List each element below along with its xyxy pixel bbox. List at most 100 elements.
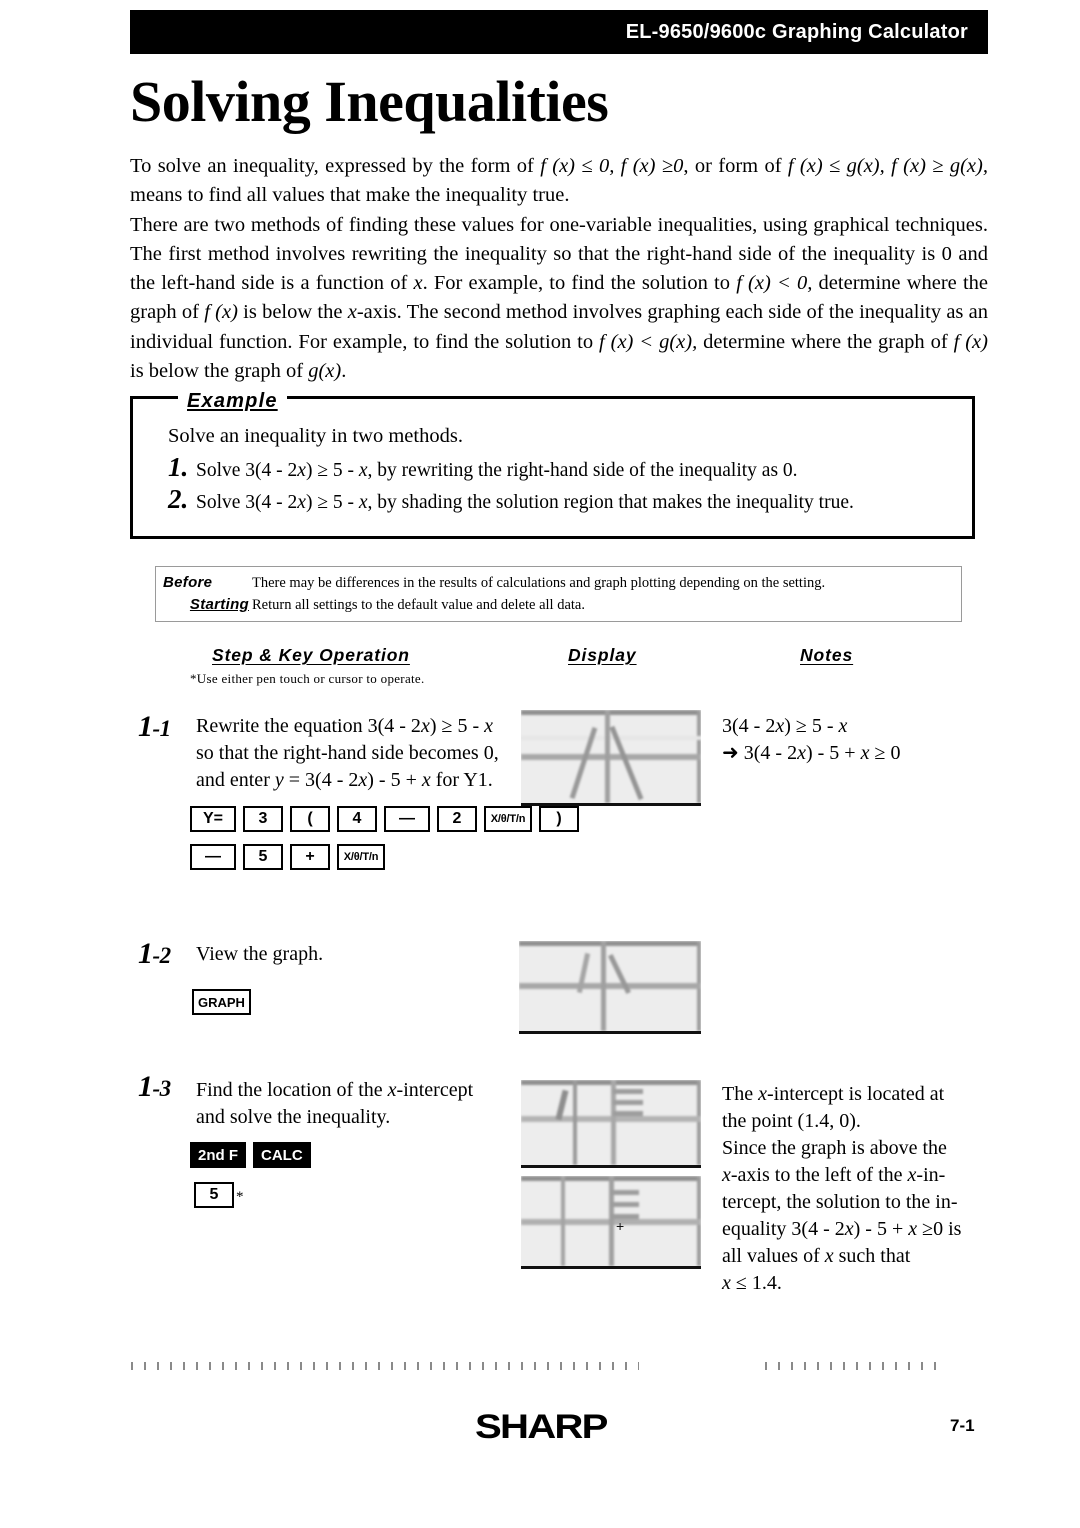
screen-y-axis — [601, 941, 606, 1031]
step-1-1-keys-row-2[interactable]: — 5 + X/θ/T/n — [190, 844, 392, 870]
n13-l6x: x — [844, 1218, 854, 1240]
intro-p1-a: To solve an inequality, expressed by the… — [130, 155, 541, 177]
page-header-bar: EL-9650/9600c Graphing Calculator — [130, 10, 988, 54]
key-plus[interactable]: + — [290, 844, 330, 870]
footer-dotted-separator-right — [765, 1362, 945, 1370]
example-box-label: Example — [178, 390, 287, 413]
key-5[interactable]: 5 — [243, 844, 283, 870]
sharp-logo: SHARP — [475, 1408, 608, 1446]
column-footnote: *Use either pen touch or cursor to opera… — [190, 671, 425, 686]
intro-p2-math4: f (x) — [953, 330, 988, 353]
n13-l4a: -axis to the left of the — [730, 1164, 908, 1186]
notes-1-3-line3: Since the graph is above the — [722, 1137, 947, 1159]
column-header-step: Step & Key Operation — [212, 645, 410, 665]
arrow-icon: ➜ — [722, 742, 739, 764]
s11-l1a: Rewrite the equation 3(4 - 2 — [196, 715, 421, 737]
s13-l1x: x — [387, 1079, 397, 1101]
screen-y-axis — [573, 1080, 577, 1165]
key-x-theta-t-n-2[interactable]: X/θ/T/n — [337, 844, 385, 870]
calculator-display-graph-1-3-b — [521, 1176, 701, 1266]
key-3[interactable]: 3 — [243, 806, 283, 832]
calculator-display-step-1-3-b: + — [521, 1176, 701, 1269]
key-graph[interactable]: GRAPH — [192, 989, 251, 1015]
s11-l3c: ) - 5 + — [367, 769, 422, 791]
intro-p2-h: . — [341, 360, 347, 383]
ex1-c: , by rewriting the right-hand side of th… — [367, 460, 798, 481]
calculator-display-graph-1-3-a — [521, 1080, 701, 1165]
step-number-1-2: 1-2 — [138, 937, 171, 971]
step-1-3-line2: and solve the inequality. — [196, 1106, 391, 1128]
intro-p2-math2: f (x) — [204, 301, 238, 324]
step-1-3-num-small: -3 — [152, 1076, 172, 1101]
example-lead: Solve an inequality in two methods. — [168, 425, 463, 447]
page-title: Solving Inequalities — [130, 69, 609, 134]
n13-l4x: x — [722, 1164, 731, 1186]
n13-l6a: equality 3(4 - 2 — [722, 1218, 845, 1240]
notes-step-1-3: The x-intercept is located at the point … — [722, 1081, 992, 1297]
n12-a: 3(4 - 2 — [738, 742, 798, 764]
step-1-3-keys-row-1[interactable]: 2nd F CALC — [190, 1142, 318, 1168]
column-header-notes: Notes — [800, 645, 854, 665]
step-1-3-keys-row-2[interactable]: 5 * — [194, 1182, 244, 1208]
step-1-2-text: View the graph. — [196, 941, 496, 968]
example-item-1-text: Solve 3(4 - 2x) ≥ 5 - x, by rewriting th… — [196, 455, 798, 486]
key-y-equals[interactable]: Y= — [190, 806, 236, 832]
intro-p2-math3: f (x) < g(x), — [599, 330, 698, 353]
notes-1-3-line8: x ≤ 1.4. — [722, 1270, 992, 1297]
n11-b: ) ≥ 5 - — [784, 715, 839, 737]
footer-dotted-separator-left — [131, 1362, 639, 1370]
screen-y-axis — [605, 710, 610, 803]
key-minus[interactable]: — — [384, 806, 430, 832]
s13-l1b: -intercept — [396, 1079, 474, 1101]
step-1-1-line3: and enter y = 3(4 - 2x) - 5 + x for Y1. — [196, 767, 506, 794]
key-calc[interactable]: CALC — [253, 1142, 311, 1168]
header-title: EL-9650/9600c Graphing Calculator — [625, 20, 968, 43]
crosshair-cursor-icon: + — [616, 1218, 625, 1234]
intro-paragraph-2: There are two methods of finding these v… — [130, 211, 988, 387]
s11-l3y: y — [274, 769, 284, 791]
n13-l7b: such that — [833, 1245, 911, 1267]
s11-l3d: for Y1. — [430, 769, 493, 791]
ex2-x: x — [297, 492, 306, 513]
n13-l6b: ) - 5 + — [853, 1218, 909, 1240]
step-number-1-1: 1-1 — [138, 710, 171, 744]
before-text-line1: There may be differences in the results … — [252, 575, 826, 591]
key-minus-2[interactable]: — — [190, 844, 236, 870]
key-open-paren[interactable]: ( — [290, 806, 330, 832]
example-item-2-number: 2. — [168, 484, 189, 514]
screen-y-axis — [561, 1176, 565, 1266]
screen-menu-item-1 — [611, 1190, 639, 1195]
key-4[interactable]: 4 — [337, 806, 377, 832]
step-1-3-line1: Find the location of the x-intercept — [196, 1077, 506, 1104]
intro-p1-b: , or form of — [683, 155, 788, 177]
calculator-display-graph-1-2 — [519, 941, 701, 1031]
notes-1-1-line1: 3(4 - 2x) ≥ 5 - x — [722, 713, 987, 740]
key-2nd-f[interactable]: 2nd F — [190, 1142, 246, 1168]
n13-l6x2: x — [908, 1218, 918, 1240]
step-1-1-keys-row-1[interactable]: Y= 3 ( 4 — 2 X/θ/T/n ) — [190, 806, 586, 832]
step-1-2-keys[interactable]: GRAPH — [192, 989, 258, 1015]
n13-l1a: The — [722, 1083, 759, 1105]
n12-b: ) - 5 + — [805, 742, 861, 764]
intro-p1-c: means to find all values that make the i… — [130, 184, 570, 207]
document-page: EL-9650/9600c Graphing Calculator Solvin… — [0, 0, 1080, 1528]
before-label-line2: Starting — [189, 596, 249, 613]
s11-l1x: x — [420, 715, 430, 737]
key-footnote-asterisk: * — [236, 1189, 244, 1205]
screen-right-border — [697, 1080, 701, 1165]
page-number: 7-1 — [950, 1416, 975, 1435]
ex1-a: Solve 3(4 - 2 — [196, 460, 298, 481]
key-2[interactable]: 2 — [437, 806, 477, 832]
key-x-theta-t-n[interactable]: X/θ/T/n — [484, 806, 532, 832]
n11-a: 3(4 - 2 — [722, 715, 776, 737]
s11-l3b: = 3(4 - 2 — [283, 769, 359, 791]
intro-p2-f: determine where the graph of — [697, 330, 954, 353]
n13-l1x: x — [758, 1083, 767, 1105]
key-close-paren[interactable]: ) — [539, 806, 579, 832]
key-5-calc[interactable]: 5 — [194, 1182, 234, 1208]
screen-top-border — [521, 710, 701, 715]
step-1-2-line1: View the graph. — [196, 943, 324, 965]
screen-gridline — [521, 736, 701, 740]
ex1-x2: x — [358, 460, 368, 481]
notes-step-1-1: 3(4 - 2x) ≥ 5 - x ➜ 3(4 - 2x) - 5 + x ≥ … — [722, 713, 987, 767]
